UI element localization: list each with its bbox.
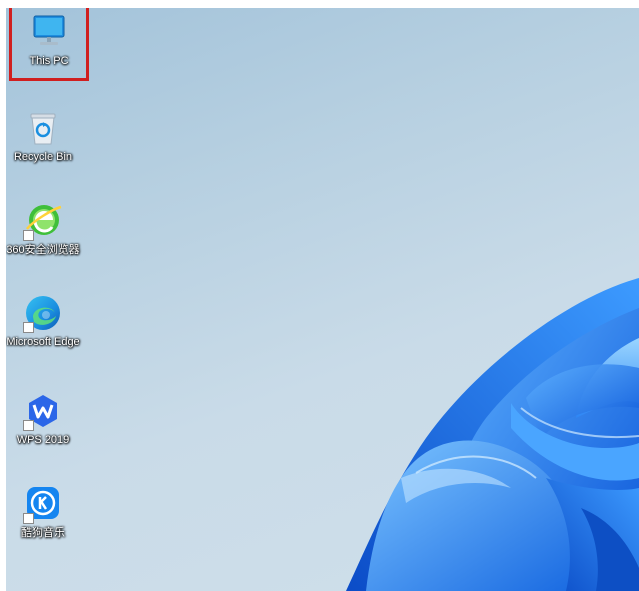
shortcut-arrow-icon — [23, 513, 34, 524]
desktop-icon-360-browser[interactable]: 360安全浏览器 — [6, 201, 81, 257]
desktop-icon-wps-2019[interactable]: WPS 2019 — [6, 391, 81, 447]
desktop-icon-label: Microsoft Edge — [6, 336, 80, 348]
desktop-icon-recycle-bin[interactable]: Recycle Bin — [6, 108, 81, 164]
desktop-icon-label: 酷狗音乐 — [21, 527, 65, 539]
monitor-icon — [29, 12, 69, 52]
desktop: This PC Recycle Bin 360安全浏览器 Microsoft E… — [6, 8, 639, 591]
shortcut-arrow-icon — [23, 230, 34, 241]
desktop-icon-label: WPS 2019 — [16, 434, 70, 446]
desktop-icon-label: 360安全浏览器 — [6, 244, 80, 256]
desktop-icon-label: This PC — [29, 55, 69, 67]
desktop-icon-this-pc[interactable]: This PC — [11, 12, 87, 68]
kugou-icon — [23, 484, 63, 524]
recycle-bin-icon — [23, 108, 63, 148]
desktop-icon-microsoft-edge[interactable]: Microsoft Edge — [6, 293, 81, 349]
shortcut-arrow-icon — [23, 420, 34, 431]
edge-icon — [23, 293, 63, 333]
shortcut-arrow-icon — [23, 322, 34, 333]
desktop-icon-label: Recycle Bin — [13, 151, 73, 163]
wps-icon — [23, 391, 63, 431]
desktop-icon-kugou-music[interactable]: 酷狗音乐 — [6, 484, 81, 540]
browser-360-icon — [23, 201, 63, 241]
wallpaper-bloom — [346, 278, 639, 591]
